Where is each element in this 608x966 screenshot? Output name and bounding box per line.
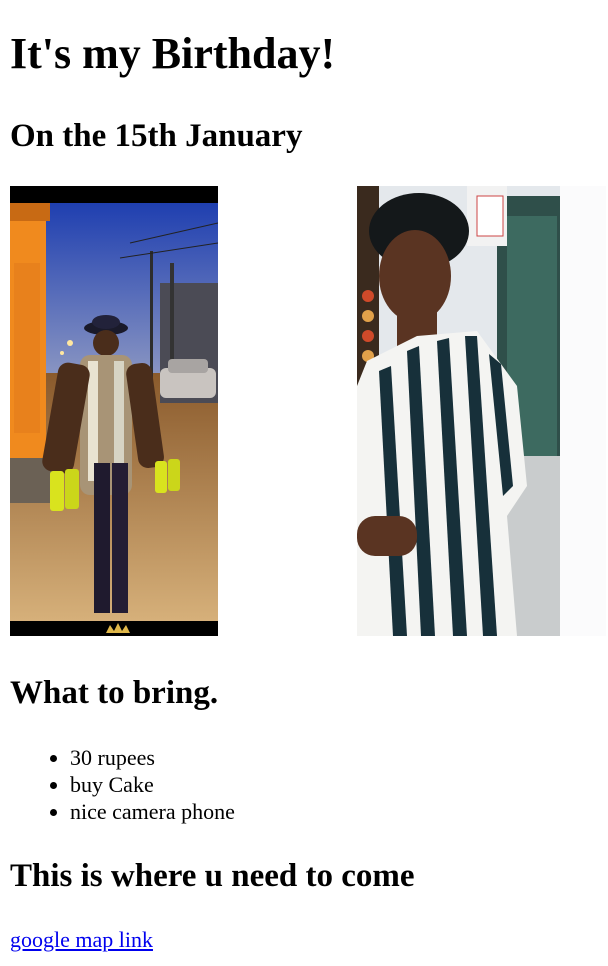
photo-street-scene: [10, 203, 218, 621]
photo-street: [10, 186, 218, 636]
bring-item: buy Cake: [70, 771, 235, 798]
page-title: It's my Birthday!: [10, 29, 336, 78]
crown-icon: [106, 623, 130, 633]
what-to-bring-heading: What to bring.: [10, 675, 219, 711]
photo-portrait: [357, 186, 560, 636]
bring-list: 30 rupees buy Cake nice camera phone: [10, 744, 235, 825]
photo-portrait-scene: [357, 186, 560, 636]
bring-item: nice camera phone: [70, 798, 235, 825]
birthday-date-heading: On the 15th January: [10, 118, 303, 154]
bring-item: 30 rupees: [70, 744, 235, 771]
location-heading: This is where u need to come: [10, 858, 415, 894]
google-map-link[interactable]: google map link: [10, 926, 153, 953]
photo-row: [10, 186, 606, 636]
photo-portrait-margin: [560, 186, 606, 636]
